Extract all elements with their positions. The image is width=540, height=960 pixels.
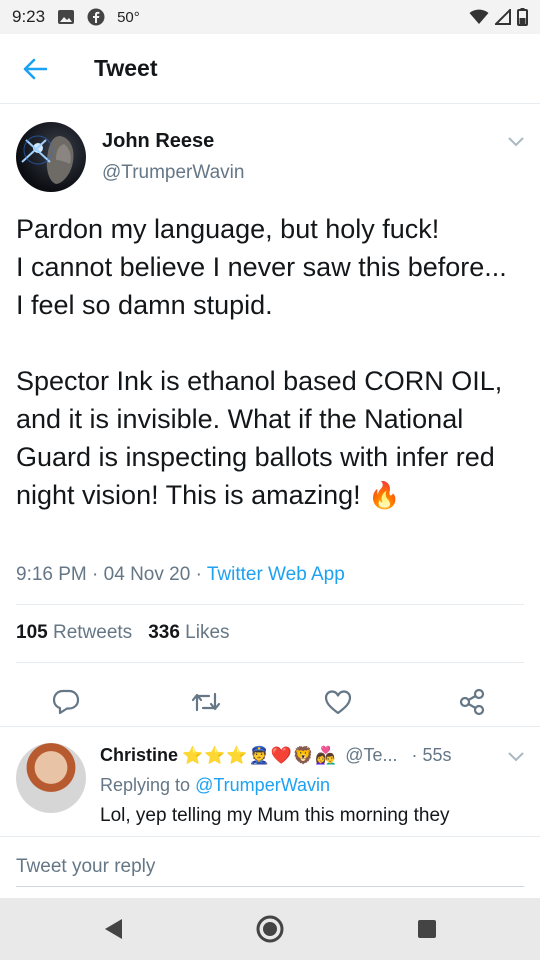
- retweets-label: Retweets: [52, 622, 133, 643]
- navigation-bar: [0, 898, 540, 960]
- meta-separator: ·: [92, 564, 99, 585]
- replying-to-link[interactable]: @TrumperWavin: [195, 775, 330, 795]
- reply-author-handle[interactable]: @Te...: [345, 745, 397, 766]
- tweet-stats: 105 Retweets 336 Likes: [16, 622, 230, 644]
- retweets-count: 105: [16, 622, 48, 643]
- tweet-meta: 9:16 PM · 04 Nov 20 · Twitter Web App: [16, 564, 345, 586]
- likes-stat[interactable]: 336 Likes: [148, 622, 229, 644]
- divider: [16, 604, 524, 605]
- reply-icon[interactable]: [48, 684, 84, 720]
- reply-input[interactable]: [16, 847, 524, 887]
- facebook-icon: [87, 8, 105, 26]
- reply-composer: [0, 836, 540, 898]
- likes-label: Likes: [185, 622, 230, 643]
- author-handle[interactable]: @TrumperWavin: [102, 162, 244, 184]
- reply-text: Lol, yep telling my Mum this morning the…: [100, 805, 450, 826]
- photo-icon: [57, 9, 75, 25]
- nav-back-icon[interactable]: [96, 912, 130, 946]
- reply-separator: ·: [411, 745, 418, 765]
- replying-to: Replying to @TrumperWavin: [100, 775, 330, 796]
- share-icon[interactable]: [454, 684, 490, 720]
- meta-separator: ·: [195, 564, 202, 585]
- tweet-source-link[interactable]: Twitter Web App: [207, 564, 345, 585]
- status-bar: 9:23 50°: [0, 0, 540, 34]
- back-arrow-icon: [23, 58, 47, 79]
- back-button[interactable]: [0, 34, 70, 104]
- divider: [16, 662, 524, 663]
- retweets-stat[interactable]: 105 Retweets: [16, 622, 132, 644]
- status-time: 9:23: [12, 7, 46, 26]
- app-bar: Tweet: [0, 34, 540, 104]
- reply-tweet[interactable]: Christine ⭐⭐⭐👮❤️🦁👩‍❤️‍👨 @Te... · 55s Rep…: [0, 726, 540, 836]
- page-title: Tweet: [94, 55, 158, 81]
- author-name[interactable]: John Reese: [102, 130, 214, 153]
- nav-home-icon[interactable]: [253, 912, 287, 946]
- tweet-text: Pardon my language, but holy fuck! I can…: [16, 210, 521, 514]
- reply-header: Christine ⭐⭐⭐👮❤️🦁👩‍❤️‍👨 @Te... · 55s: [100, 745, 452, 766]
- tweet-actions: [0, 672, 540, 732]
- replying-prefix: Replying to: [100, 775, 191, 795]
- reply-author-name[interactable]: Christine: [100, 745, 178, 766]
- status-temperature: 50°: [117, 8, 140, 26]
- avatar[interactable]: [16, 743, 86, 813]
- signal-icon: [495, 9, 511, 25]
- reply-time: · 55s: [411, 745, 451, 766]
- like-icon[interactable]: [320, 684, 356, 720]
- tweet-body: Pardon my language, but holy fuck! I can…: [16, 214, 507, 510]
- chevron-down-icon[interactable]: [508, 134, 524, 152]
- fire-emoji: 🔥: [368, 480, 401, 510]
- chevron-down-icon[interactable]: [508, 749, 524, 767]
- wifi-icon: [469, 9, 489, 25]
- nav-recents-icon[interactable]: [410, 912, 444, 946]
- tweet-date: 04 Nov 20: [103, 564, 191, 585]
- battery-icon: [517, 8, 528, 26]
- avatar[interactable]: [16, 122, 86, 192]
- tweet-time: 9:16 PM: [16, 564, 87, 585]
- tweet-author[interactable]: John Reese @TrumperWavin: [16, 122, 524, 202]
- reply-name-emojis: ⭐⭐⭐👮❤️🦁👩‍❤️‍👨: [182, 745, 338, 765]
- retweet-icon[interactable]: [188, 684, 224, 720]
- reply-time-value: 55s: [422, 745, 452, 765]
- likes-count: 336: [148, 622, 180, 643]
